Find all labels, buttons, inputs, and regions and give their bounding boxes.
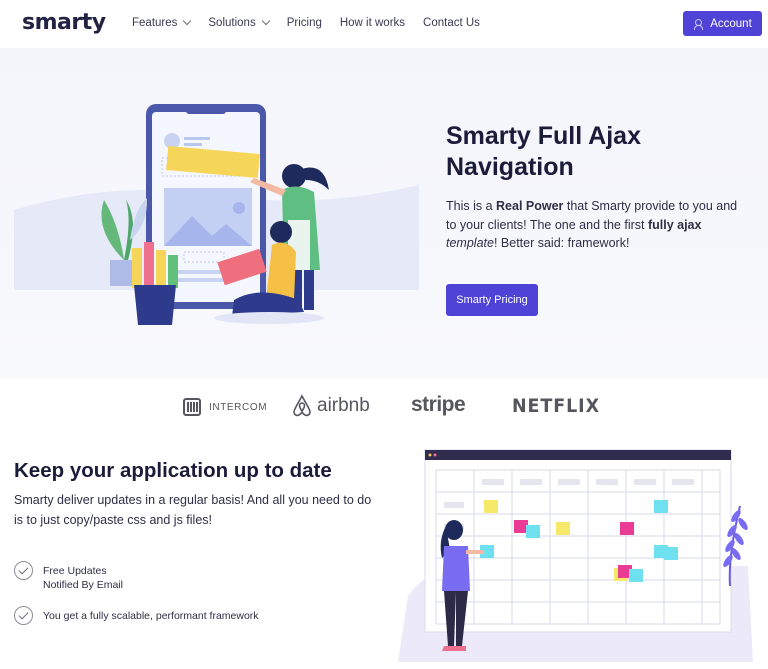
logo[interactable]: smarty <box>22 10 106 35</box>
airbnb-icon <box>293 394 311 417</box>
hero-title: Smarty Full Ajax Navigation <box>446 122 641 181</box>
menu-item-features[interactable]: Features <box>132 16 192 29</box>
intercom-logo: INTERCOM <box>183 398 267 416</box>
netflix-logo: NETFLIX <box>512 395 601 417</box>
user-icon <box>693 18 704 30</box>
stripe-logo: stripe <box>411 393 466 416</box>
hero-text-italic: template <box>446 236 494 250</box>
check-circle-icon <box>14 606 33 625</box>
menu-item-contact-us[interactable]: Contact Us <box>423 17 480 29</box>
menu-item-label: Features <box>132 17 178 29</box>
hero-illustration <box>14 104 419 325</box>
check-circle-icon <box>14 561 33 580</box>
feature-label: Notified By Email <box>43 580 123 590</box>
section-description: Smarty deliver updates in a regular basi… <box>14 493 372 527</box>
feature-label: You get a fully scalable, performant fra… <box>43 609 259 622</box>
section-title: Keep your application up to date <box>14 459 332 482</box>
account-button[interactable]: Account <box>683 11 762 36</box>
hero-text-bold: Real Power <box>496 199 564 213</box>
airbnb-label: airbnb <box>317 395 370 416</box>
top-navbar: smarty Features Solutions Pricing How it… <box>0 0 768 48</box>
smarty-pricing-button[interactable]: Smarty Pricing <box>446 284 538 316</box>
hero-text-bold: fully ajax <box>647 217 702 232</box>
hero-description: This is a Real Power that Smarty provide… <box>446 197 746 253</box>
menu-item-label: Contact Us <box>423 17 480 29</box>
chevron-down-icon <box>183 16 192 26</box>
main-menu: Features Solutions Pricing How it works … <box>132 16 498 29</box>
feature-item: Notified By Email <box>14 580 123 590</box>
airbnb-logo: airbnb <box>291 394 370 418</box>
feature-item: You get a fully scalable, performant fra… <box>14 606 259 625</box>
menu-item-label: How it works <box>339 17 406 29</box>
menu-item-pricing[interactable]: Pricing <box>287 17 322 29</box>
menu-item-solutions[interactable]: Solutions <box>208 16 270 29</box>
chevron-down-icon <box>261 16 270 26</box>
menu-item-label: Solutions <box>208 17 256 29</box>
hero-text-part: ! Better said: framework! <box>493 236 630 250</box>
calendar-illustration <box>398 449 753 662</box>
brand-logos: INTERCOM airbnb stripe NETFLIX <box>0 392 768 426</box>
intercom-label: INTERCOM <box>209 401 268 413</box>
feature-label: Free Updates <box>43 564 107 577</box>
hero-text-part: This is a <box>446 199 497 213</box>
page: smarty Features Solutions Pricing How it… <box>0 0 768 669</box>
account-label: Account <box>710 17 752 30</box>
intercom-icon <box>183 398 201 416</box>
menu-item-label: Pricing <box>286 17 322 29</box>
menu-item-how-it-works[interactable]: How it works <box>340 17 405 29</box>
feature-item: Free Updates <box>14 561 107 580</box>
